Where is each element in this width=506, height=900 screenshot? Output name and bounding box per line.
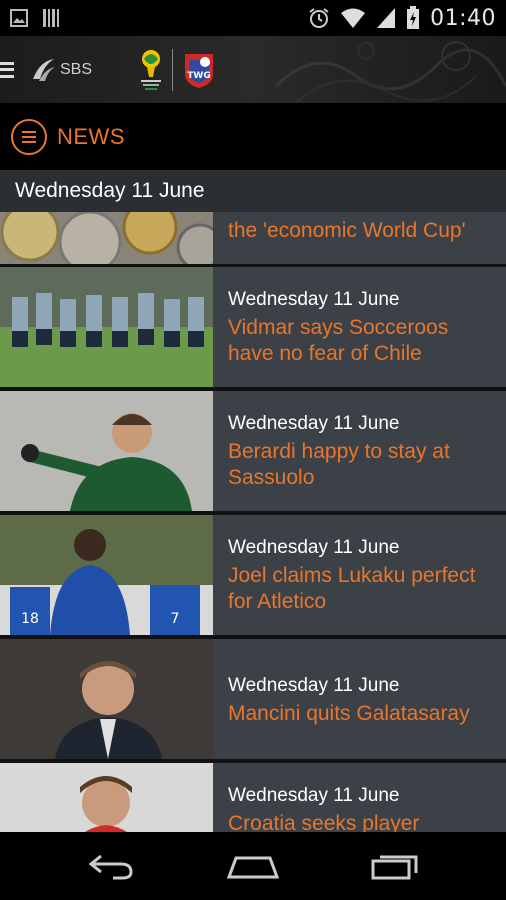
sbs-logo: SBS — [30, 57, 92, 83]
article-title[interactable]: Croatia seeks player — [228, 811, 498, 832]
wifi-icon — [341, 8, 366, 28]
sbs-brand-text: SBS — [60, 60, 93, 78]
svg-text:7: 7 — [171, 611, 180, 627]
section-header: NEWS — [0, 103, 506, 170]
status-bar: 01:40 — [0, 0, 506, 36]
article-title[interactable]: the 'economic World Cup' — [228, 218, 498, 244]
back-icon — [88, 854, 133, 880]
list-item[interactable]: Wednesday 11 June Mancini quits Galatasa… — [0, 639, 506, 759]
status-time: 01:40 — [430, 5, 496, 31]
logo-divider — [172, 48, 174, 91]
home-icon — [226, 856, 280, 879]
article-title[interactable]: Joel claims Lukaku perfect for Atletico — [228, 563, 498, 615]
app-header: SBS TWG — [0, 36, 506, 103]
alarm-icon — [309, 8, 329, 28]
fifa-world-cup-brazil-logo — [141, 49, 162, 90]
article-date: Wednesday 11 June — [228, 785, 400, 806]
section-title: NEWS — [57, 123, 125, 149]
back-button[interactable] — [76, 841, 146, 891]
signal-icon — [377, 8, 396, 28]
barcode-notification-icon — [43, 9, 59, 27]
list-item[interactable]: Wednesday 11 June Croatia seeks player — [0, 763, 506, 832]
list-item[interactable]: the 'economic World Cup' — [0, 212, 506, 264]
world-cup-logos: TWG — [138, 47, 217, 93]
news-list[interactable]: the 'economic World Cup' Wednesday 11 Ju… — [0, 212, 506, 832]
svg-text:18: 18 — [21, 611, 39, 627]
image-notification-icon — [10, 9, 28, 27]
article-thumbnail — [0, 763, 213, 832]
article-title[interactable]: Berardi happy to stay at Sassuolo — [228, 439, 498, 491]
article-thumbnail — [0, 391, 213, 511]
svg-text:TWG: TWG — [187, 71, 210, 81]
article-thumbnail — [0, 267, 213, 387]
decorative-swirl-pattern — [276, 41, 506, 103]
article-date: Wednesday 11 June — [228, 289, 400, 310]
battery-charging-icon — [407, 6, 420, 29]
menu-list-icon[interactable] — [11, 118, 47, 155]
system-nav-bar — [0, 832, 506, 900]
drawer-menu-icon[interactable] — [0, 60, 18, 80]
recent-apps-icon — [371, 855, 418, 880]
article-date: Wednesday 11 June — [228, 537, 400, 558]
home-button[interactable] — [218, 841, 288, 891]
sbs-logo-icon — [33, 58, 55, 81]
date-group-header: Wednesday 11 June — [0, 170, 506, 212]
list-item[interactable]: 18 7 Wednesday 11 June Joel claims Lukak… — [0, 515, 506, 635]
article-thumbnail — [0, 212, 213, 264]
article-date: Wednesday 11 June — [228, 413, 400, 434]
article-thumbnail: 18 7 — [0, 515, 213, 635]
twg-logo: TWG — [185, 53, 214, 88]
article-thumbnail — [0, 639, 213, 759]
article-date: Wednesday 11 June — [228, 675, 400, 696]
recent-apps-button[interactable] — [360, 841, 430, 891]
article-title[interactable]: Vidmar says Socceroos have no fear of Ch… — [228, 315, 498, 367]
list-item[interactable]: Wednesday 11 June Berardi happy to stay … — [0, 391, 506, 511]
list-item[interactable]: Wednesday 11 June Vidmar says Socceroos … — [0, 267, 506, 387]
article-title[interactable]: Mancini quits Galatasaray — [228, 701, 498, 727]
